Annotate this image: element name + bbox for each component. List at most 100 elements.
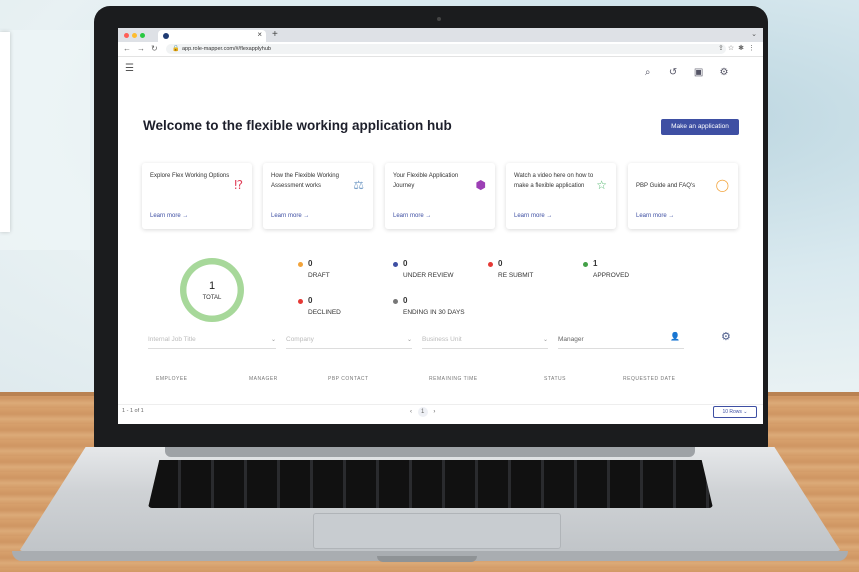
person-icon[interactable]: 👤 — [670, 332, 680, 341]
window-close-dot[interactable] — [124, 33, 129, 38]
tab-close-icon[interactable]: × — [257, 30, 262, 39]
laptop-notch — [377, 556, 477, 562]
stat-label: APPROVED — [593, 272, 630, 279]
company-filter[interactable]: Company ⌄ — [286, 332, 412, 349]
browser-tab[interactable]: × — [158, 30, 266, 42]
stat-value: 0 — [498, 259, 503, 268]
star-icon: ☆ — [596, 178, 607, 192]
filter-placeholder: Company — [286, 336, 314, 343]
learn-more-link[interactable]: Learn more → — [636, 213, 674, 219]
status-dot — [298, 261, 303, 267]
info-cards: Explore Flex Working Options Learn more … — [142, 163, 742, 229]
stat-label: UNDER REVIEW — [403, 272, 454, 279]
column-header[interactable]: MANAGER — [249, 376, 278, 382]
laptop-screen: × + ⌄ ← → ↻ 🔒 app.role-mapper.com/#/flex… — [118, 28, 763, 424]
column-header[interactable]: REMAINING TIME — [429, 376, 478, 382]
url-text: app.role-mapper.com/#/flexapplyhub — [182, 46, 271, 52]
scale-icon: ⚖ — [353, 178, 364, 192]
browser-tab-bar: × + ⌄ — [118, 28, 763, 42]
card-video[interactable]: Watch a video here on how to make a flex… — [506, 163, 616, 229]
stat-value: 0 — [403, 296, 408, 305]
background-paper — [0, 32, 10, 232]
status-dot — [583, 261, 588, 267]
stat-value: 0 — [308, 259, 313, 268]
job-title-filter[interactable]: Internal Job Title ⌄ — [148, 332, 276, 349]
favicon-icon — [163, 33, 169, 39]
stat-label: DRAFT — [308, 272, 330, 279]
card-text: Watch a video here on how to make a flex… — [514, 173, 594, 189]
card-text: Explore Flex Working Options — [150, 173, 230, 179]
filter-placeholder: Manager — [558, 336, 584, 343]
search-icon[interactable]: ⌕ — [641, 67, 655, 78]
prev-page-icon[interactable]: ‹ — [410, 409, 412, 415]
learn-more-link[interactable]: Learn more → — [514, 213, 552, 219]
forward-icon[interactable]: → — [137, 44, 145, 53]
chevron-down-icon: ⌄ — [270, 337, 276, 343]
background-window — [0, 30, 90, 250]
rows-per-page-select[interactable]: 10 Rows ⌄ — [713, 406, 757, 418]
status-dot — [298, 298, 303, 304]
cube-icon: ⬢ — [475, 178, 486, 192]
filter-placeholder: Internal Job Title — [148, 336, 196, 343]
chat-icon: ◯ — [715, 178, 729, 192]
reload-icon[interactable]: ↻ — [151, 44, 158, 53]
header-icons: ⌕ ↺ ▣ ⚙ — [634, 62, 731, 80]
table-settings-gear-icon[interactable]: ⚙ — [721, 330, 731, 343]
menu-icon[interactable]: ☰ — [125, 63, 134, 74]
history-icon[interactable]: ↺ — [666, 67, 680, 78]
card-text: How the Flexible Working Assessment work… — [271, 173, 339, 189]
stat-value: 0 — [308, 296, 313, 305]
learn-more-link[interactable]: Learn more → — [150, 213, 188, 219]
status-dot — [393, 261, 398, 267]
next-page-icon[interactable]: › — [433, 409, 435, 415]
column-header[interactable]: STATUS — [544, 376, 566, 382]
help-icon[interactable]: ▣ — [692, 67, 706, 78]
lock-icon: 🔒 — [172, 46, 180, 52]
trackpad — [313, 513, 561, 549]
chevron-down-icon: ⌄ — [542, 337, 548, 343]
stat-re-submit[interactable]: 0 RE SUBMIT — [488, 259, 533, 279]
card-journey[interactable]: Your Flexible Application Journey Learn … — [385, 163, 495, 229]
rows-per-page-value: 10 Rows — [722, 409, 742, 415]
make-application-button[interactable]: Make an application — [661, 119, 739, 135]
card-explore-options[interactable]: Explore Flex Working Options Learn more … — [142, 163, 252, 229]
card-text: Your Flexible Application Journey — [393, 173, 459, 189]
new-tab-button[interactable]: + — [272, 29, 278, 40]
gear-icon[interactable]: ⚙ — [717, 67, 731, 78]
stat-under-review[interactable]: 0 UNDER REVIEW — [393, 259, 454, 279]
window-minimize-dot[interactable] — [132, 33, 137, 38]
card-assessment[interactable]: How the Flexible Working Assessment work… — [263, 163, 373, 229]
stat-draft[interactable]: 0 DRAFT — [298, 259, 330, 279]
filter-bar: Internal Job Title ⌄ Company ⌄ Business … — [140, 332, 750, 349]
keyboard — [148, 460, 713, 508]
stat-ending-30-days[interactable]: 0 ENDING IN 30 DAYS — [393, 296, 465, 316]
table-header: EMPLOYEE MANAGER PBP CONTACT REMAINING T… — [118, 376, 763, 388]
stat-value: 1 — [593, 259, 598, 268]
tab-search-icon[interactable]: ⌄ — [751, 30, 757, 38]
stat-declined[interactable]: 0 DECLINED — [298, 296, 341, 316]
learn-more-link[interactable]: Learn more → — [271, 213, 309, 219]
window-maximize-dot[interactable] — [140, 33, 145, 38]
column-header[interactable]: EMPLOYEE — [156, 376, 188, 382]
manager-filter[interactable]: Manager — [558, 332, 684, 349]
status-dot — [488, 261, 493, 267]
column-header[interactable]: PBP CONTACT — [328, 376, 369, 382]
stat-approved[interactable]: 1 APPROVED — [583, 259, 629, 279]
webcam — [437, 17, 441, 21]
business-unit-filter[interactable]: Business Unit ⌄ — [422, 332, 548, 349]
card-text: PBP Guide and FAQ's — [636, 183, 696, 189]
learn-more-link[interactable]: Learn more → — [393, 213, 431, 219]
chevron-down-icon: ⌄ — [406, 337, 412, 343]
status-dot — [393, 298, 398, 304]
column-header[interactable]: REQUESTED DATE — [623, 376, 675, 382]
card-pbp-guide[interactable]: PBP Guide and FAQ's Learn more → ◯ — [628, 163, 738, 229]
laptop-hinge — [165, 447, 695, 457]
url-field[interactable]: 🔒 app.role-mapper.com/#/flexapplyhub — [166, 44, 726, 54]
page-number[interactable]: 1 — [417, 407, 428, 417]
pagination: ‹ 1 › — [410, 407, 435, 417]
back-icon[interactable]: ← — [123, 44, 131, 53]
filter-placeholder: Business Unit — [422, 336, 462, 343]
browser-toolbar-icons[interactable]: ⇪☆✱⋮ — [718, 44, 759, 52]
result-count: 1 - 1 of 1 — [122, 408, 144, 414]
app-header: ☰ ⌕ ↺ ▣ ⚙ — [118, 57, 763, 81]
